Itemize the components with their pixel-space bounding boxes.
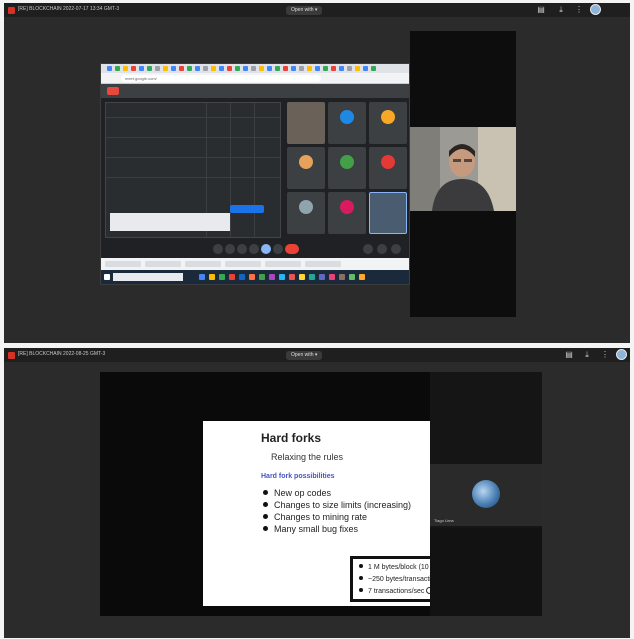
download-icon[interactable]: ⤓: [556, 5, 566, 15]
participant-strip: Tiago Lima: [430, 372, 542, 616]
empty-tile: [430, 528, 542, 616]
info-icon: [363, 244, 373, 254]
participant-tile: [369, 192, 407, 234]
captions-icon: [237, 244, 247, 254]
present-icon: [261, 244, 271, 254]
slide-subtitle: Relaxing the rules: [271, 452, 344, 462]
present-button: [230, 205, 264, 213]
start-icon: [104, 274, 110, 280]
presentation-area: [105, 102, 281, 238]
participant-tile: [287, 102, 325, 144]
speaker-video-frame: [410, 127, 516, 211]
downloads-bar: [101, 258, 409, 270]
participant-name: Tiago Lima: [434, 518, 454, 523]
url-field: meet.google.com/: [121, 75, 321, 82]
user-avatar[interactable]: [590, 4, 601, 15]
slide-bullet: Changes to size limits (increasing): [263, 499, 411, 511]
comment-icon[interactable]: ▤: [536, 5, 546, 15]
speaker-webcam: [410, 127, 516, 211]
participant-tile: Tiago Lima: [430, 464, 542, 526]
present-card: [110, 213, 230, 231]
browser-address-bar: meet.google.com/: [101, 73, 409, 84]
browser-tab-strip: [101, 64, 409, 73]
viewer-toolbar: [RE] BLOCKCHAIN 2022-08-25 GMT-3 Open wi…: [4, 348, 630, 362]
top-video-player: [RE] BLOCKCHAIN 2022-07-17 13:34 GMT-3 O…: [4, 3, 630, 343]
more-vert-icon[interactable]: ⋮: [600, 350, 610, 360]
video-file-icon: [8, 352, 15, 359]
viewer-toolbar: [RE] BLOCKCHAIN 2022-07-17 13:34 GMT-3 O…: [4, 3, 630, 17]
slide-bullet-list: New op codes Changes to size limits (inc…: [263, 487, 411, 535]
open-with-button[interactable]: Open with ▾: [286, 6, 323, 15]
download-icon[interactable]: ⤓: [582, 350, 592, 360]
slide-bullet: New op codes: [263, 487, 411, 499]
slide-bullet: Many small bug fixes: [263, 523, 411, 535]
camera-icon: [225, 244, 235, 254]
participant-tile: [369, 102, 407, 144]
meet-logo-icon: [107, 87, 119, 95]
participant-tile: [369, 147, 407, 189]
participant-grid: [287, 102, 407, 238]
participant-tile: [287, 192, 325, 234]
meet-controls: [101, 242, 409, 256]
hand-icon: [249, 244, 259, 254]
taskbar-search: [113, 273, 183, 281]
document-title: [RE] BLOCKCHAIN 2022-07-17 13:34 GMT-3: [18, 6, 120, 12]
document-title: [RE] BLOCKCHAIN 2022-08-25 GMT-3: [18, 351, 106, 357]
participant-tile: [328, 147, 366, 189]
more-vert-icon[interactable]: ⋮: [574, 5, 584, 15]
mic-icon: [213, 244, 223, 254]
participant-tile: [328, 102, 366, 144]
slide-title: Hard forks: [261, 431, 322, 445]
more-icon: [273, 244, 283, 254]
video-file-icon: [8, 7, 15, 14]
participant-tile: [328, 192, 366, 234]
user-avatar[interactable]: [616, 349, 627, 360]
bottom-video-player: [RE] BLOCKCHAIN 2022-08-25 GMT-3 Open wi…: [4, 348, 630, 638]
meet-header: [101, 84, 409, 98]
participant-tile: [287, 147, 325, 189]
comment-icon[interactable]: ▤: [564, 350, 574, 360]
open-with-button[interactable]: Open with ▾: [286, 351, 323, 360]
slide-bullet: Changes to mining rate: [263, 511, 411, 523]
windows-taskbar: [101, 270, 409, 284]
chat-icon: [391, 244, 401, 254]
participant-avatar: [472, 480, 500, 508]
shared-screen: meet.google.com/: [100, 63, 410, 285]
end-call-icon: [285, 244, 299, 254]
slide-section-heading: Hard fork possibilities: [261, 473, 335, 480]
people-icon: [377, 244, 387, 254]
